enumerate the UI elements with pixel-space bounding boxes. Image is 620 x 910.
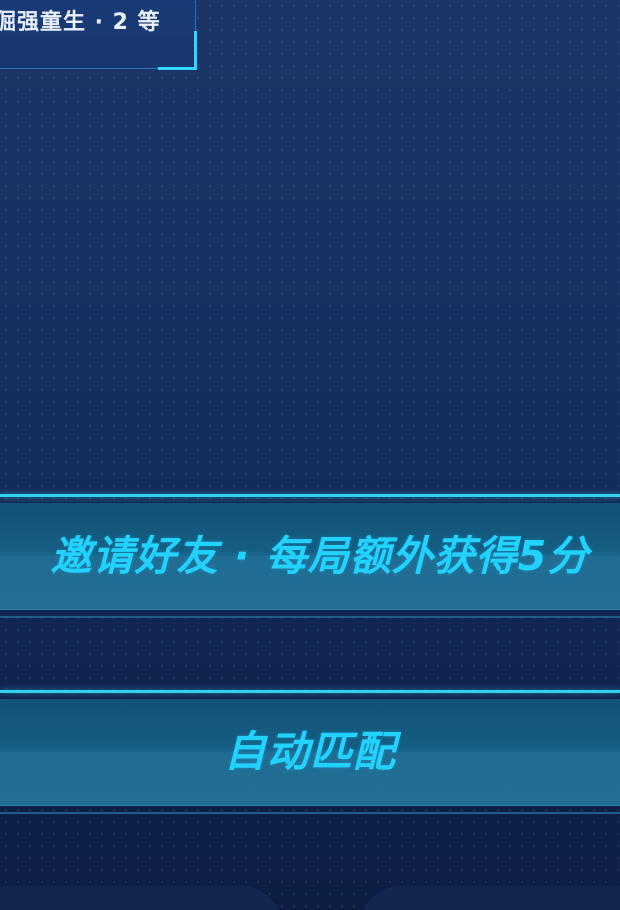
rank-tag: 倔强童生 · 2 等: [0, 0, 197, 70]
banner-top-border: [0, 494, 620, 497]
banner-bottom-border: [0, 616, 620, 618]
game-lobby-screen: 倔强童生 · 2 等 邀请好友 · 每局额外获得5分 自动匹配: [0, 0, 620, 910]
banner-top-border: [0, 690, 620, 693]
bottom-right-button[interactable]: [360, 886, 620, 910]
auto-match-button[interactable]: 自动匹配: [0, 690, 620, 818]
bottom-left-button[interactable]: [0, 886, 282, 910]
invite-friends-label: 邀请好友 · 每局额外获得5分: [50, 532, 590, 580]
auto-match-label: 自动匹配: [223, 727, 396, 776]
invite-friends-button[interactable]: 邀请好友 · 每局额外获得5分: [0, 494, 620, 622]
rank-tag-label: 倔强童生 · 2 等: [0, 10, 161, 35]
banner-bottom-border: [0, 812, 620, 814]
